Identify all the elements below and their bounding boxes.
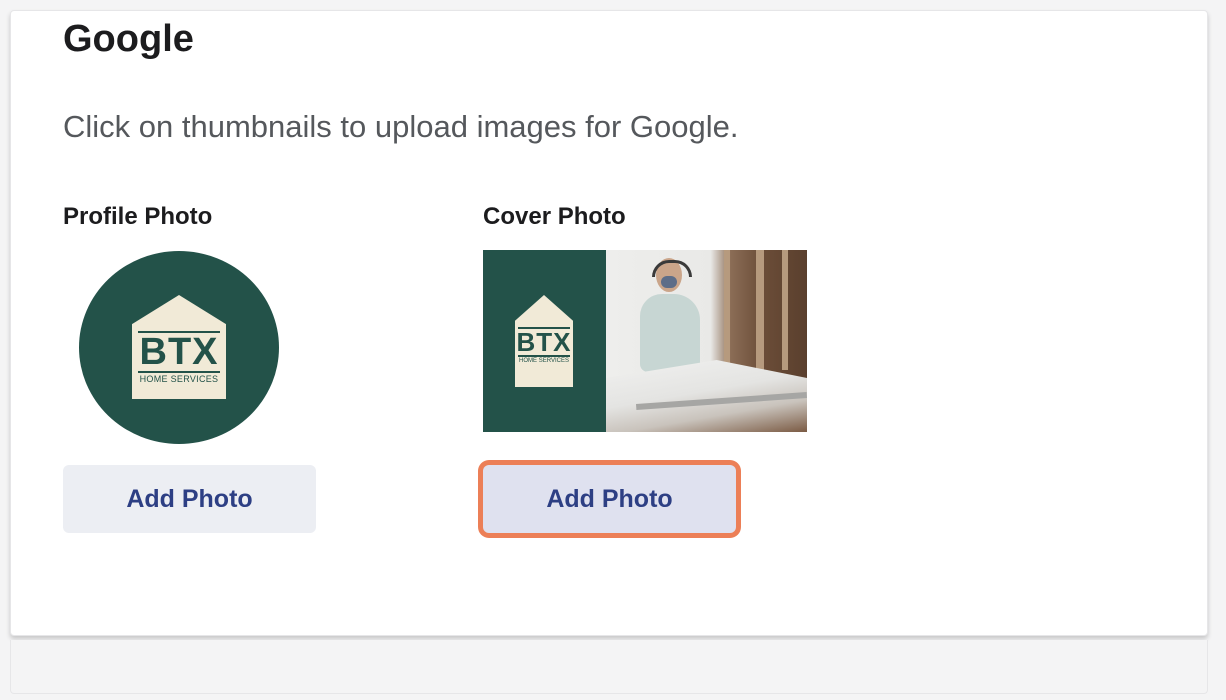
face-mask bbox=[661, 276, 677, 288]
logo-subtext: HOME SERVICES bbox=[519, 358, 569, 364]
workshop-photo bbox=[606, 250, 807, 432]
profile-photo-label: Profile Photo bbox=[63, 203, 213, 230]
section-title: Google bbox=[63, 18, 194, 60]
logo-text: BTX bbox=[139, 331, 219, 373]
logo-text: BTX bbox=[516, 327, 572, 357]
cover-photo-label: Cover Photo bbox=[483, 203, 626, 230]
profile-photo-thumbnail[interactable]: BTX HOME SERVICES bbox=[79, 251, 279, 444]
ear-protection bbox=[652, 260, 692, 277]
cover-photo-thumbnail[interactable]: BTX HOME SERVICES bbox=[483, 250, 807, 432]
btx-logo: BTX HOME SERVICES bbox=[132, 295, 226, 399]
btx-logo: BTX HOME SERVICES bbox=[515, 295, 573, 387]
add-profile-photo-button[interactable]: Add Photo bbox=[63, 465, 316, 533]
next-section-strip bbox=[10, 640, 1208, 694]
logo-subtext: HOME SERVICES bbox=[139, 374, 219, 384]
section-description: Click on thumbnails to upload images for… bbox=[63, 109, 739, 144]
shelf-post bbox=[782, 250, 788, 370]
shelf-post bbox=[756, 250, 764, 370]
google-images-card: Google Click on thumbnails to upload ima… bbox=[10, 10, 1208, 636]
shelf-post bbox=[724, 250, 730, 370]
worker-figure bbox=[640, 294, 700, 372]
add-cover-photo-button[interactable]: Add Photo bbox=[483, 465, 736, 533]
